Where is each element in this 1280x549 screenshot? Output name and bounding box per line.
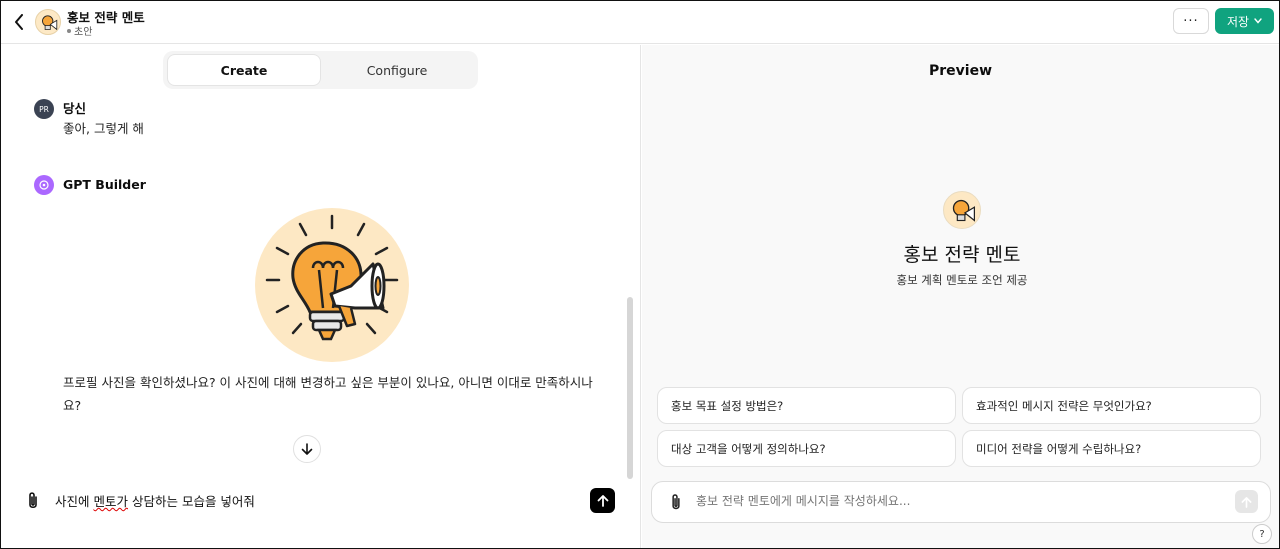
message-text-end: 상담하는 모습을 넣어줘: [128, 494, 255, 509]
send-arrow-icon: [597, 495, 608, 507]
send-arrow-icon: [1241, 496, 1252, 508]
conversation-starter[interactable]: 대상 고객을 어떻게 정의하나요?: [657, 430, 956, 467]
back-button[interactable]: [9, 10, 29, 34]
preview-title: Preview: [928, 63, 992, 79]
assistant-message: 프로필 사진을 확인하셨나요? 이 사진에 대해 변경하고 싶은 부분이 있나요…: [63, 375, 593, 413]
message-text-start: 사진에: [55, 494, 94, 509]
user-name: 당신: [63, 101, 87, 116]
preview-message-input[interactable]: [696, 494, 1196, 508]
gpt-builder-icon: [34, 175, 54, 195]
bulb-megaphone-icon: [265, 214, 399, 341]
scrollbar-thumb[interactable]: [627, 297, 633, 479]
draft-status: 초안: [67, 23, 92, 38]
conversation-starter[interactable]: 미디어 전략을 어떻게 수립하나요?: [962, 430, 1261, 467]
preview-send-button[interactable]: [1235, 490, 1258, 513]
more-options-button[interactable]: ···: [1173, 8, 1209, 34]
message-input[interactable]: 사진에 멘토가 상담하는 모습을 넣어줘: [55, 491, 575, 510]
back-chevron-icon: [15, 14, 23, 30]
preview-attach-button[interactable]: [668, 493, 684, 511]
tab-configure[interactable]: Configure: [321, 55, 473, 85]
conversation-starter[interactable]: 효과적인 메시지 전략은 무엇인가요?: [962, 387, 1261, 424]
save-button[interactable]: 저장: [1215, 8, 1274, 34]
preview-gpt-avatar: [943, 191, 981, 229]
top-bar: 홍보 전략 멘토 초안 ··· 저장: [1, 1, 1279, 44]
paperclip-icon: [29, 492, 37, 509]
profile-image[interactable]: [255, 208, 409, 362]
user-avatar: PR: [34, 99, 54, 119]
builder-pane: Create Configure PR 당신 좋아, 그렇게 해 GPT Bui…: [1, 45, 641, 548]
status-label: 초안: [74, 27, 93, 38]
user-message: 좋아, 그렇게 해: [63, 121, 144, 136]
bulb-megaphone-icon: [952, 199, 976, 222]
assistant-name: GPT Builder: [63, 177, 146, 192]
mode-tabs: Create Configure: [163, 51, 478, 89]
preview-composer: [651, 481, 1271, 523]
paperclip-icon: [672, 494, 680, 510]
tab-create[interactable]: Create: [168, 55, 320, 85]
bulb-megaphone-icon: [42, 15, 58, 31]
scroll-to-bottom-button[interactable]: [293, 435, 321, 463]
gpt-avatar: [35, 9, 61, 35]
send-button[interactable]: [590, 488, 615, 513]
chevron-down-icon: [1254, 18, 1262, 24]
attach-button[interactable]: [25, 491, 43, 511]
status-dot: [67, 28, 71, 33]
preview-pane: Preview 홍보 전략 멘토 홍보 계획 멘토로 조언 제공 홍보 목표 설…: [642, 45, 1279, 548]
misspelled-word: 멘토가: [93, 494, 128, 509]
preview-gpt-description: 홍보 계획 멘토로 조언 제공: [896, 273, 1028, 287]
preview-gpt-name: 홍보 전략 멘토: [903, 244, 1021, 266]
app-window: 홍보 전략 멘토 초안 ··· 저장 Create Configure PR 당…: [0, 0, 1280, 549]
save-label: 저장: [1226, 14, 1250, 29]
help-button[interactable]: ?: [1252, 524, 1272, 544]
conversation-starter[interactable]: 홍보 목표 설정 방법은?: [657, 387, 956, 424]
arrow-down-icon: [301, 442, 313, 455]
